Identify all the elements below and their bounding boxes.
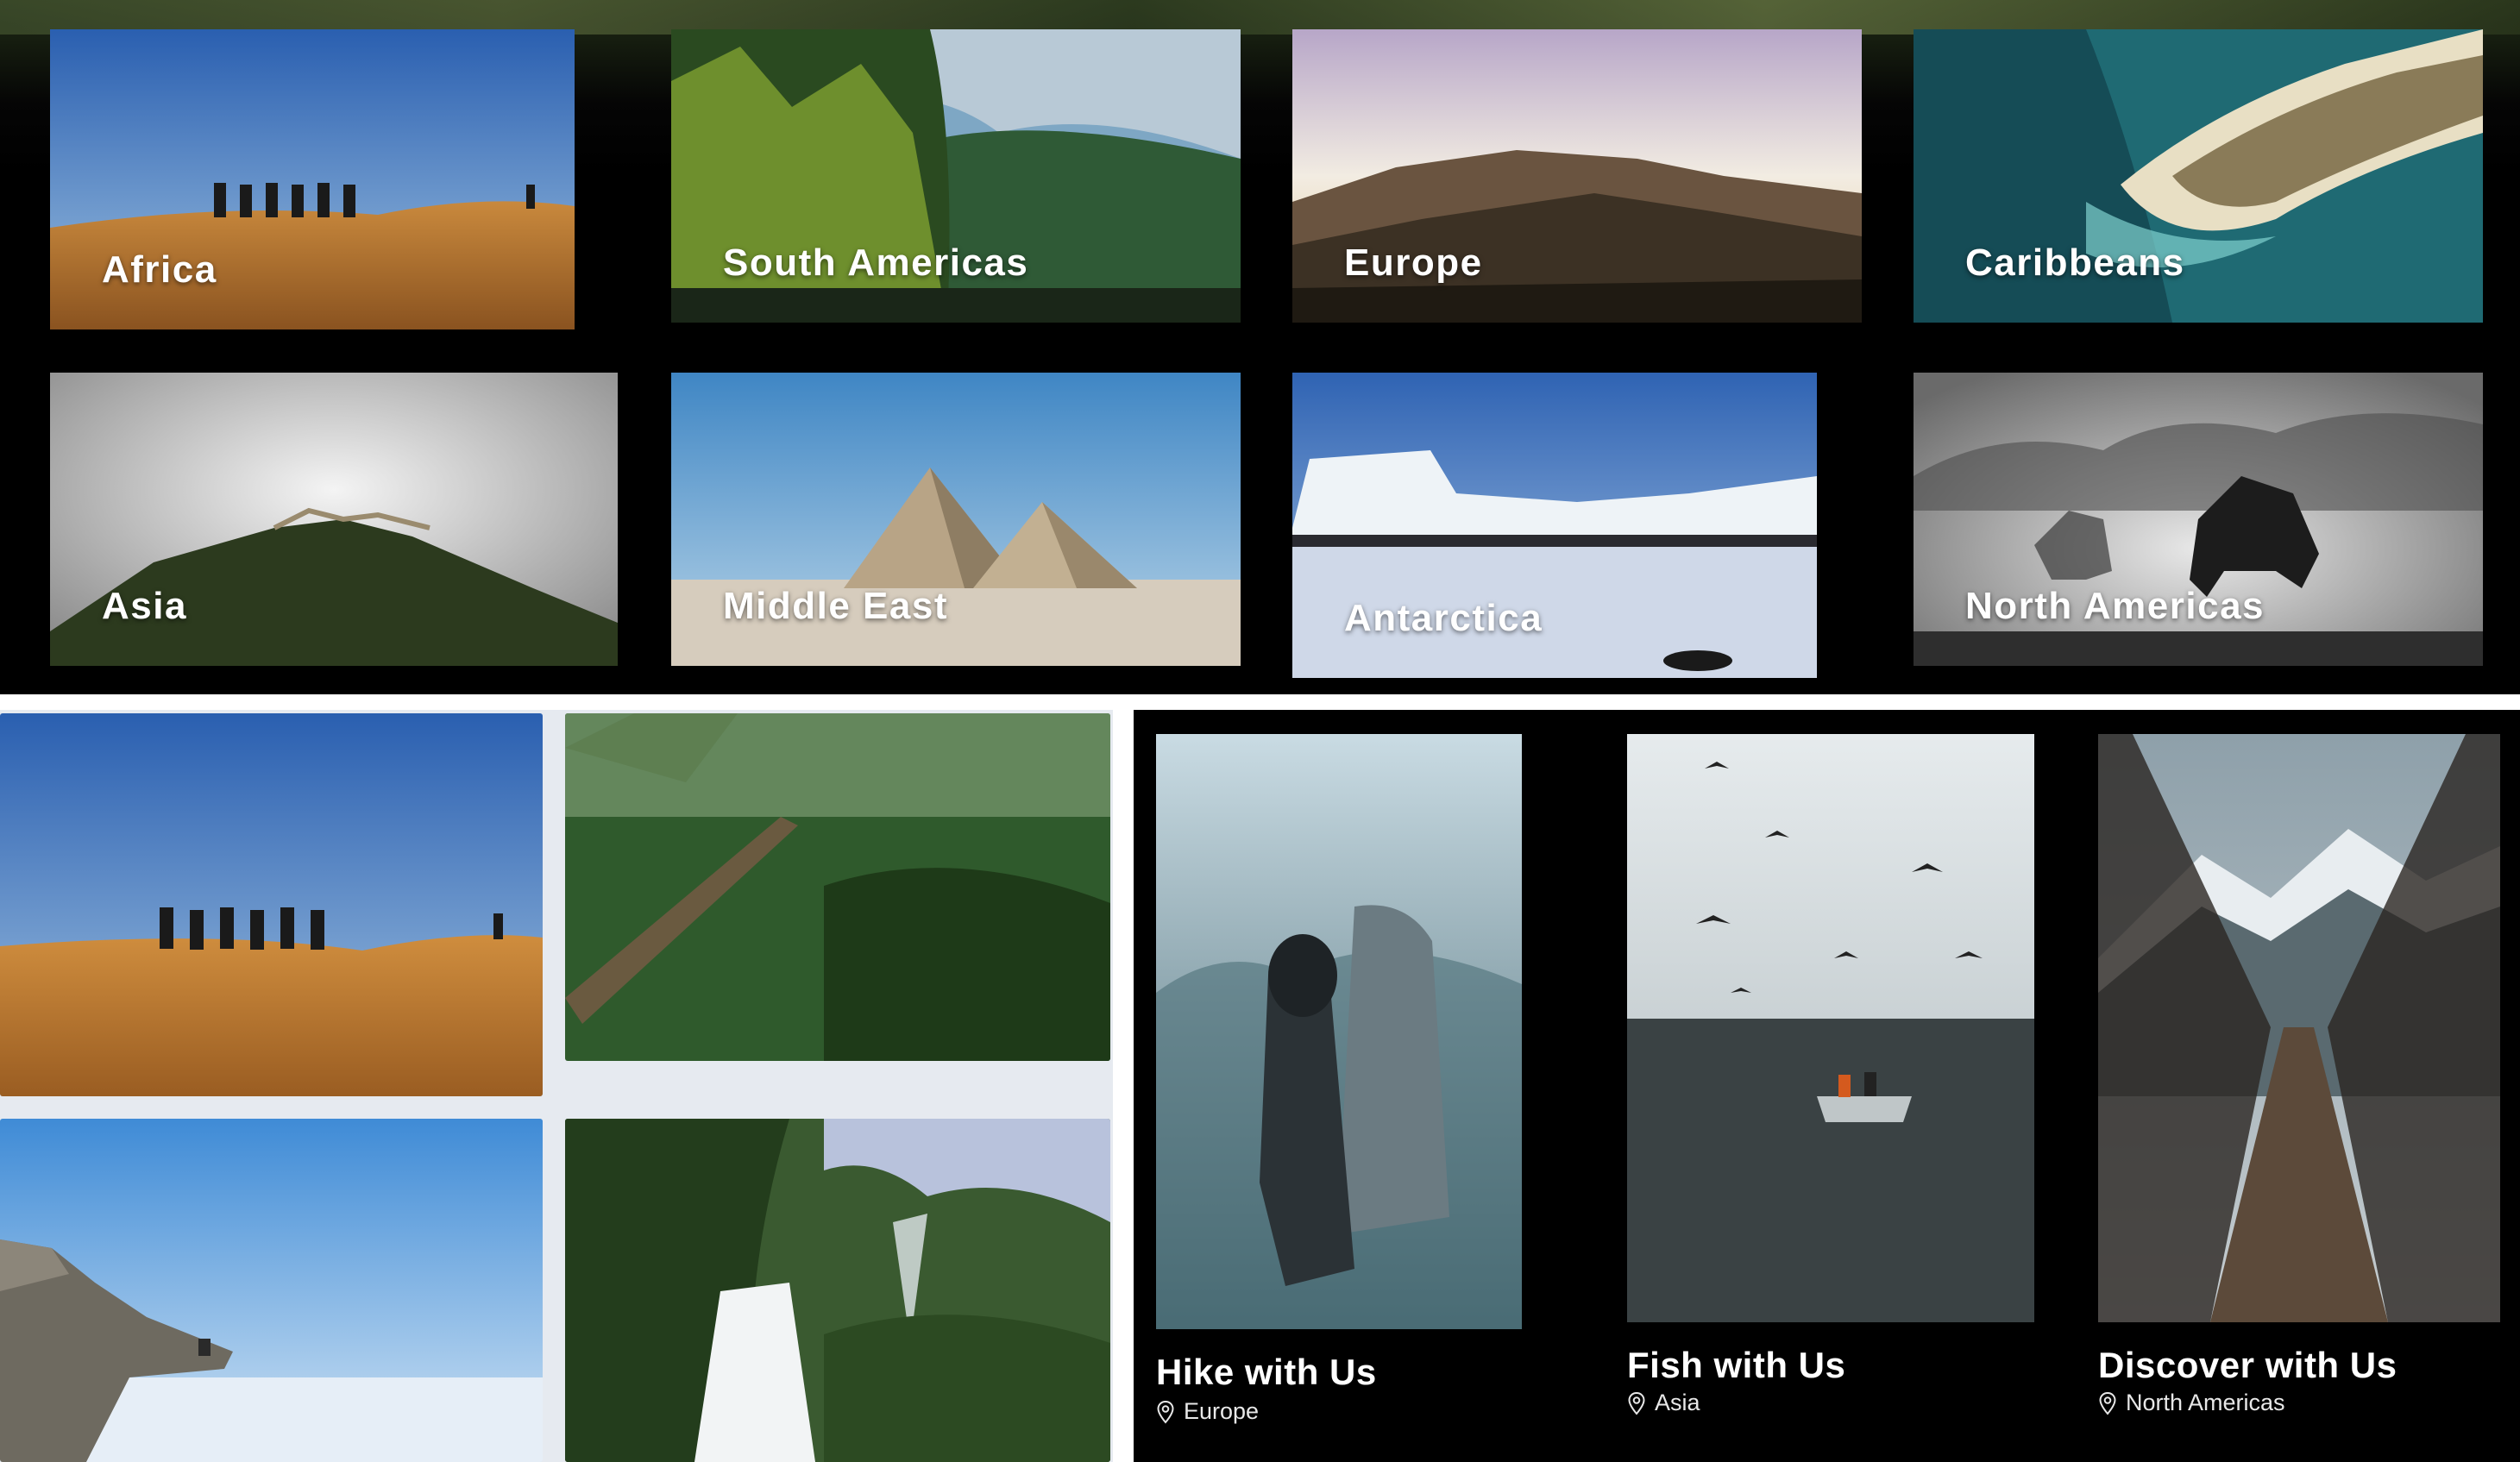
activities-section: Hike with Us Europe Fish with Us Asia Di… — [1134, 710, 2520, 1462]
activity-location: Asia — [1627, 1390, 1700, 1416]
section-divider — [0, 694, 2520, 710]
panel-divider — [1113, 710, 1134, 1462]
activity-card-hike[interactable]: Hike with Us Europe — [1156, 734, 1522, 1462]
region-card-asia[interactable]: Asia — [50, 373, 618, 666]
hiker-backpack-image — [1156, 734, 1522, 1329]
gallery-photo-cliff[interactable] — [0, 1119, 543, 1462]
activity-title: Discover with Us — [2098, 1345, 2397, 1385]
activity-card-fish[interactable]: Fish with Us Asia — [1627, 734, 2034, 1462]
activity-location-label: Europe — [1184, 1398, 1260, 1424]
region-card-europe[interactable]: Europe — [1292, 29, 1862, 323]
region-label: Antarctica — [1344, 597, 1543, 639]
activity-location: Europe — [1156, 1398, 1259, 1425]
photo-gallery — [0, 710, 1113, 1462]
region-card-south-americas[interactable]: South Americas — [671, 29, 1241, 323]
map-pin-icon — [1157, 1400, 1174, 1423]
boat-seagulls-image — [1627, 734, 2034, 1322]
activity-title: Fish with Us — [1627, 1345, 1846, 1385]
region-card-north-americas[interactable]: North Americas — [1914, 373, 2483, 666]
region-label: Middle East — [723, 585, 948, 627]
region-card-africa[interactable]: Africa — [50, 29, 575, 329]
suspension-bridge-image — [2098, 734, 2500, 1322]
region-card-caribbeans[interactable]: Caribbeans — [1914, 29, 2483, 323]
gallery-photo-waterfall[interactable] — [565, 1119, 1110, 1462]
region-card-middle-east[interactable]: Middle East — [671, 373, 1241, 666]
region-card-antarctica[interactable]: Antarctica — [1292, 373, 1817, 678]
activity-location-label: Asia — [1655, 1390, 1700, 1415]
activity-card-discover[interactable]: Discover with Us North Americas — [2098, 734, 2500, 1462]
region-label: South Americas — [723, 242, 1029, 284]
gallery-photo-desert[interactable] — [0, 713, 543, 1096]
map-pin-icon — [1628, 1391, 1645, 1415]
region-label: Europe — [1344, 242, 1483, 284]
region-label: North Americas — [1965, 585, 2265, 627]
gallery-photo-jungle-bridge[interactable] — [565, 713, 1110, 1061]
map-pin-icon — [2099, 1391, 2116, 1415]
region-label: Asia — [102, 585, 187, 627]
activity-title: Hike with Us — [1156, 1352, 1377, 1392]
activity-location: North Americas — [2098, 1390, 2285, 1416]
region-label: Caribbeans — [1965, 242, 2185, 284]
activity-location-label: North Americas — [2126, 1390, 2285, 1415]
region-label: Africa — [102, 248, 217, 291]
